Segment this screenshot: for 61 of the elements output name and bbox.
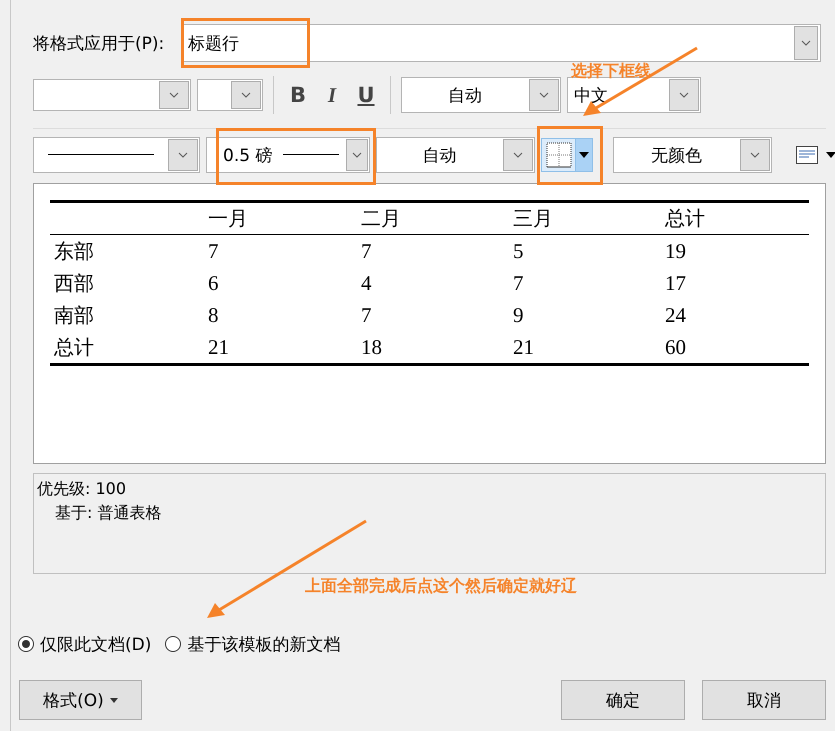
paragraph-icon[interactable]	[796, 146, 818, 164]
radio-button[interactable]	[165, 636, 182, 652]
chevron-down-icon	[513, 152, 523, 158]
table-cell-text: 7	[208, 238, 220, 264]
based-on-text: 基于: 普通表格	[55, 503, 162, 522]
table-cell-text: 4	[361, 270, 372, 296]
table-cell-text: 21	[513, 334, 535, 360]
table-cell-text: 9	[513, 302, 524, 328]
line-weight-dropdown[interactable]: 0.5 磅	[206, 137, 370, 173]
table-cell-text: 17	[665, 270, 687, 296]
chevron-down-icon	[750, 152, 760, 158]
dialog-button[interactable]: 确定	[561, 680, 685, 720]
radio-option[interactable]: 基于该模板的新文档	[165, 632, 340, 656]
italic-button[interactable]: I	[318, 82, 346, 108]
column-header: 二月	[361, 205, 402, 232]
field-label: 将格式应用于(P):	[33, 32, 166, 54]
caret-icon	[110, 698, 118, 702]
font-color-dropdown[interactable]: 自动	[401, 77, 561, 113]
column-header: 总计	[665, 205, 706, 232]
table-cell-text: 6	[208, 270, 220, 296]
caret-icon[interactable]	[826, 152, 835, 158]
dialog-button[interactable]: 取消	[702, 680, 826, 720]
line-sample-icon	[283, 154, 340, 156]
radio-button[interactable]	[18, 636, 34, 652]
row-label: 西部	[54, 270, 95, 296]
chevron-down-icon	[178, 152, 188, 158]
line-style-icon	[48, 154, 154, 156]
row-label: 南部	[54, 302, 95, 328]
border-grid-icon	[546, 142, 572, 168]
dialog-button[interactable]: 格式(O)	[19, 680, 142, 720]
apply-to-dropdown[interactable]: 标题行	[181, 24, 821, 62]
column-header: 一月	[208, 205, 249, 232]
chevron-down-icon	[241, 92, 251, 98]
table-cell-text: 7	[361, 302, 372, 328]
table-cell-text: 7	[361, 238, 372, 264]
table-cell-text: 60	[665, 334, 687, 360]
table-cell-text: 5	[513, 238, 524, 264]
priority-text: 优先级: 100	[37, 479, 126, 498]
chevron-down-icon	[679, 92, 689, 98]
radio-option[interactable]: 仅限此文档(D)	[18, 632, 152, 656]
highlight-box	[537, 126, 603, 185]
table-cell-text: 7	[513, 270, 524, 296]
chevron-down-icon	[352, 152, 362, 158]
row-label: 东部	[54, 238, 95, 264]
chevron-down-icon	[801, 40, 811, 46]
table-cell-text: 24	[665, 302, 687, 328]
shading-dropdown[interactable]: 无颜色	[613, 137, 772, 173]
column-header: 三月	[513, 205, 554, 232]
bold-button[interactable]: B	[284, 83, 312, 107]
table-cell-text: 8	[208, 302, 220, 328]
annotation-text: 上面全部完成后点这个然后确定就好辽	[305, 576, 577, 597]
border-color-dropdown[interactable]: 自动	[376, 137, 535, 173]
table-cell-text: 18	[361, 334, 383, 360]
border-button[interactable]	[541, 138, 593, 172]
chevron-down-icon	[539, 92, 549, 98]
table-cell-text: 21	[208, 334, 230, 360]
caret-icon	[579, 152, 589, 158]
table-cell-text: 19	[665, 238, 687, 264]
row-label: 总计	[54, 334, 95, 360]
chevron-down-icon	[169, 92, 179, 98]
underline-button[interactable]: U	[352, 83, 380, 107]
